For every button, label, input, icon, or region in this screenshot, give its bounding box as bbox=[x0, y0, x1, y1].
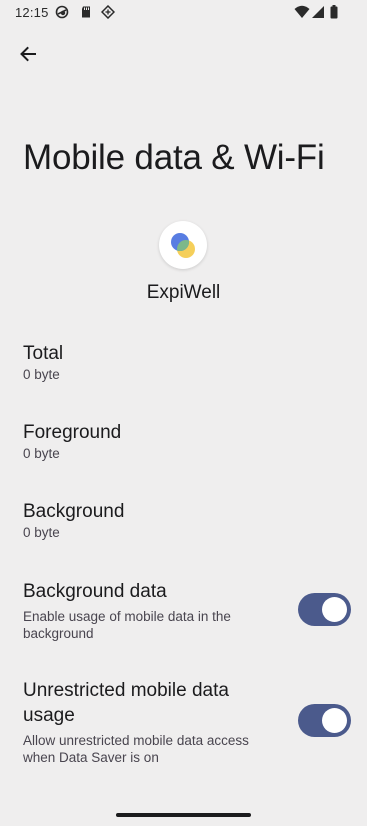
usage-background: Background 0 byte bbox=[23, 500, 343, 542]
usage-total: Total 0 byte bbox=[23, 342, 343, 384]
gesture-nav-handle[interactable] bbox=[116, 813, 251, 817]
usage-background-value: 0 byte bbox=[23, 525, 60, 540]
usage-foreground-title: Foreground bbox=[23, 422, 122, 443]
usage-total-title: Total bbox=[23, 343, 64, 364]
switch-thumb bbox=[322, 597, 347, 622]
status-bar: 12:15 bbox=[0, 0, 367, 26]
background-data-description: Enable usage of mobile data in the backg… bbox=[23, 609, 231, 641]
unrestricted-data-description: Allow unrestricted mobile data access wh… bbox=[23, 733, 249, 765]
expiwell-logo-icon bbox=[171, 233, 195, 258]
app-name: ExpiWell bbox=[146, 282, 221, 303]
status-time: 12:15 bbox=[15, 5, 49, 20]
usage-total-value: 0 byte bbox=[23, 367, 60, 382]
app-icon bbox=[159, 221, 207, 269]
cell-signal-icon bbox=[312, 6, 324, 18]
page-title: Mobile data & Wi-Fi bbox=[23, 138, 325, 177]
arrow-back-icon bbox=[20, 46, 36, 62]
usage-foreground: Foreground 0 byte bbox=[23, 421, 343, 463]
sd-card-icon bbox=[82, 6, 90, 18]
back-button[interactable] bbox=[12, 38, 44, 70]
usage-background-title: Background bbox=[23, 501, 125, 522]
data-saver-icon bbox=[101, 5, 115, 19]
vpn-icon bbox=[55, 5, 69, 19]
background-data-title: Background data bbox=[23, 581, 167, 602]
usage-foreground-value: 0 byte bbox=[23, 446, 60, 461]
background-data-switch[interactable] bbox=[298, 593, 351, 626]
switch-thumb bbox=[322, 708, 347, 733]
unrestricted-data-switch[interactable] bbox=[298, 704, 351, 737]
battery-icon bbox=[330, 5, 338, 19]
wifi-icon bbox=[294, 5, 310, 18]
unrestricted-data-title: Unrestricted mobile data usage bbox=[23, 680, 229, 726]
